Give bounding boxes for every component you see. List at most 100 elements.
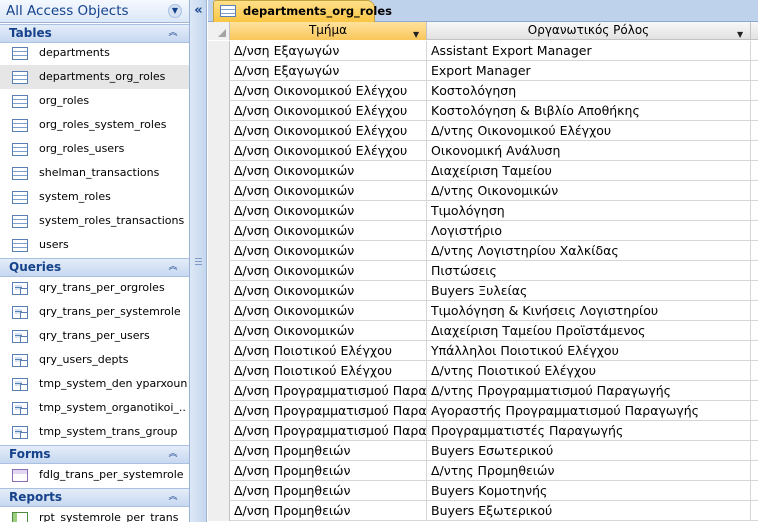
table-row[interactable]: Δ/νση Οικονομικών Διαχείριση Ταμείου	[208, 161, 758, 181]
double-chevron-up-icon[interactable]: ︽	[166, 260, 180, 274]
nav-item-fdlg-trans-per-systemrole[interactable]: fdlg_trans_per_systemrole	[0, 463, 189, 487]
nav-item-tmp-system-den-yparxoun[interactable]: tmp_system_den yparxoun	[0, 372, 189, 396]
cell-organotikos-rolos[interactable]: Δ/ντης Οικονομικών	[427, 181, 751, 201]
nav-item-system-roles-transactions[interactable]: system_roles_transactions	[0, 209, 189, 233]
cell-tmima[interactable]: Δ/νση Ποιοτικού Ελέγχου	[230, 341, 427, 361]
table-row[interactable]: Δ/νση Οικονομικού Ελέγχου Κοστολόγηση	[208, 81, 758, 101]
cell-organotikos-rolos[interactable]: Κοστολόγηση	[427, 81, 751, 101]
cell-tmima[interactable]: Δ/νση Προμηθειών	[230, 441, 427, 461]
table-row[interactable]: Δ/νση Εξαγωγών Assistant Export Manager	[208, 41, 758, 61]
record-selector[interactable]	[208, 121, 230, 141]
cell-organotikos-rolos[interactable]: Λογιστήριο	[427, 221, 751, 241]
record-selector[interactable]	[208, 241, 230, 261]
cell-tmima[interactable]: Δ/νση Οικονομικών	[230, 221, 427, 241]
cell-tmima[interactable]: Δ/νση Προγραμματισμού Παρα	[230, 401, 427, 421]
double-chevron-up-icon[interactable]: ︽	[166, 447, 180, 461]
record-selector[interactable]	[208, 181, 230, 201]
tab-departments-org-roles[interactable]: departments_org_roles	[213, 0, 392, 22]
table-row[interactable]: Δ/νση Οικονομικών Λογιστήριο	[208, 221, 758, 241]
cell-tmima[interactable]: Δ/νση Ποιοτικού Ελέγχου	[230, 361, 427, 381]
cell-tmima[interactable]: Δ/νση Οικονομικών	[230, 301, 427, 321]
table-row[interactable]: Δ/νση Οικονομικού Ελέγχου Κοστολόγηση & Β…	[208, 101, 758, 121]
table-row[interactable]: Δ/νση Οικονομικών Τιμολόγηση & Κινήσεις Λ…	[208, 301, 758, 321]
table-row[interactable]: Δ/νση Προμηθειών Buyers Κομοτηνής	[208, 481, 758, 501]
table-row[interactable]: Δ/νση Οικονομικών Buyers Ξυλείας	[208, 281, 758, 301]
cell-organotikos-rolos[interactable]: Buyers Εξωτερικού	[427, 501, 751, 521]
nav-item-qry-users-depts[interactable]: qry_users_depts	[0, 348, 189, 372]
record-selector[interactable]	[208, 161, 230, 181]
cell-organotikos-rolos[interactable]: Δ/ντης Ποιοτικού Ελέγχου	[427, 361, 751, 381]
cell-organotikos-rolos[interactable]: Διαχείριση Ταμείου Προϊστάμενος	[427, 321, 751, 341]
record-selector[interactable]	[208, 481, 230, 501]
table-row[interactable]: Δ/νση Οικονομικών Πιστώσεις	[208, 261, 758, 281]
double-chevron-up-icon[interactable]: ︽	[166, 26, 180, 40]
cell-organotikos-rolos[interactable]: Διαχείριση Ταμείου	[427, 161, 751, 181]
cell-tmima[interactable]: Δ/νση Προμηθειών	[230, 481, 427, 501]
record-selector[interactable]	[208, 441, 230, 461]
nav-pane-splitter[interactable]: «	[190, 0, 207, 522]
record-selector[interactable]	[208, 61, 230, 81]
cell-tmima[interactable]: Δ/νση Οικονομικών	[230, 281, 427, 301]
cell-organotikos-rolos[interactable]: Κοστολόγηση & Βιβλίο Αποθήκης	[427, 101, 751, 121]
record-selector[interactable]	[208, 341, 230, 361]
nav-item-qry-trans-per-orgroles[interactable]: qry_trans_per_orgroles	[0, 276, 189, 300]
table-row[interactable]: Δ/νση Προμηθειών Buyers Εσωτερικού	[208, 441, 758, 461]
nav-item-org-roles[interactable]: org_roles	[0, 89, 189, 113]
chevron-down-icon[interactable]: ▼	[737, 26, 743, 40]
table-row[interactable]: Δ/νση Οικονομικού Ελέγχου Δ/ντης Οικονομι…	[208, 121, 758, 141]
cell-tmima[interactable]: Δ/νση Οικονομικού Ελέγχου	[230, 141, 427, 161]
cell-tmima[interactable]: Δ/νση Οικονομικού Ελέγχου	[230, 101, 427, 121]
record-selector[interactable]	[208, 281, 230, 301]
table-row[interactable]: Δ/νση Οικονομικών Δ/ντης Οικονομικών	[208, 181, 758, 201]
column-header-tmima[interactable]: Τμήμα ▼	[230, 22, 427, 40]
cell-tmima[interactable]: Δ/νση Οικονομικών	[230, 261, 427, 281]
record-selector[interactable]	[208, 401, 230, 421]
cell-organotikos-rolos[interactable]: Προγραμματιστές Παραγωγής	[427, 421, 751, 441]
nav-item-org-roles-users[interactable]: org_roles_users	[0, 137, 189, 161]
cell-tmima[interactable]: Δ/νση Οικονομικών	[230, 181, 427, 201]
nav-item-tmp-system-organotikoi[interactable]: tmp_system_organotikoi_...	[0, 396, 189, 420]
cell-tmima[interactable]: Δ/νση Οικονομικού Ελέγχου	[230, 121, 427, 141]
cell-tmima[interactable]: Δ/νση Οικονομικών	[230, 201, 427, 221]
nav-group-forms[interactable]: Forms ︽	[0, 445, 189, 464]
cell-organotikos-rolos[interactable]: Buyers Ξυλείας	[427, 281, 751, 301]
cell-tmima[interactable]: Δ/νση Οικονομικών	[230, 161, 427, 181]
record-selector[interactable]	[208, 421, 230, 441]
cell-tmima[interactable]: Δ/νση Οικονομικού Ελέγχου	[230, 81, 427, 101]
cell-tmima[interactable]: Δ/νση Προμηθειών	[230, 501, 427, 521]
record-selector[interactable]	[208, 261, 230, 281]
cell-tmima[interactable]: Δ/νση Εξαγωγών	[230, 61, 427, 81]
nav-pane-header[interactable]: All Access Objects ▼	[0, 0, 189, 23]
record-selector[interactable]	[208, 41, 230, 61]
record-selector[interactable]	[208, 221, 230, 241]
table-row[interactable]: Δ/νση Οικονομικών Διαχείριση Ταμείου Προϊ…	[208, 321, 758, 341]
nav-item-qry-trans-per-users[interactable]: qry_trans_per_users	[0, 324, 189, 348]
splitter-grip-icon[interactable]	[195, 258, 202, 266]
cell-organotikos-rolos[interactable]: Export Manager	[427, 61, 751, 81]
select-all-button[interactable]	[208, 22, 230, 40]
cell-organotikos-rolos[interactable]: Δ/ντης Οικονομικού Ελέγχου	[427, 121, 751, 141]
cell-tmima[interactable]: Δ/νση Προγραμματισμού Παρα	[230, 381, 427, 401]
cell-tmima[interactable]: Δ/νση Προγραμματισμού Παρα	[230, 421, 427, 441]
cell-tmima[interactable]: Δ/νση Προμηθειών	[230, 461, 427, 481]
nav-item-org-roles-system-roles[interactable]: org_roles_system_roles	[0, 113, 189, 137]
table-row[interactable]: Δ/νση Εξαγωγών Export Manager	[208, 61, 758, 81]
nav-item-users[interactable]: users	[0, 233, 189, 257]
nav-item-departments-org-roles[interactable]: departments_org_roles	[0, 65, 189, 89]
cell-organotikos-rolos[interactable]: Τιμολόγηση & Κινήσεις Λογιστηρίου	[427, 301, 751, 321]
cell-organotikos-rolos[interactable]: Οικονομική Ανάλυση	[427, 141, 751, 161]
nav-item-system-roles[interactable]: system_roles	[0, 185, 189, 209]
table-row[interactable]: Δ/νση Προγραμματισμού Παρα Δ/ντης Προγραμ…	[208, 381, 758, 401]
cell-tmima[interactable]: Δ/νση Οικονομικών	[230, 321, 427, 341]
table-row[interactable]: Δ/νση Οικονομικών Τιμολόγηση	[208, 201, 758, 221]
nav-group-reports[interactable]: Reports ︽	[0, 488, 189, 507]
cell-organotikos-rolos[interactable]: Αγοραστής Προγραμματισμού Παραγωγής	[427, 401, 751, 421]
record-selector[interactable]	[208, 361, 230, 381]
record-selector[interactable]	[208, 81, 230, 101]
chevron-down-icon[interactable]: ▼	[168, 4, 182, 18]
table-row[interactable]: Δ/νση Οικονομικών Δ/ντης Λογιστηρίου Χαλκ…	[208, 241, 758, 261]
cell-organotikos-rolos[interactable]: Δ/ντης Προμηθειών	[427, 461, 751, 481]
record-selector[interactable]	[208, 321, 230, 341]
sort-ascending-icon[interactable]: ▼	[413, 26, 419, 40]
table-row[interactable]: Δ/νση Προμηθειών Buyers Εξωτερικού	[208, 501, 758, 521]
